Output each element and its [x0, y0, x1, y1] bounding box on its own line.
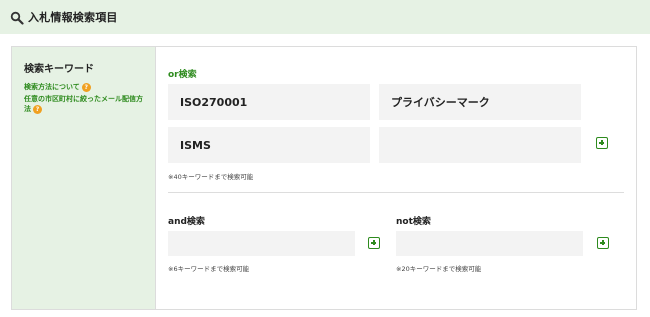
or-keyword-input-2[interactable]: [379, 84, 581, 120]
keyword-search-panel: 検索キーワード 検索方法について? 任意の市区町村に絞ったメール配信方法? or…: [11, 46, 637, 310]
section-title: 入札情報検索項目: [28, 11, 118, 24]
search-method-link-text[interactable]: 検索方法について: [24, 83, 80, 91]
add-and-keyword-button[interactable]: [368, 237, 380, 249]
help-icon[interactable]: ?: [33, 104, 42, 114]
and-search-note: ※6キーワードまで検索可能: [168, 265, 250, 273]
or-search-note: ※40キーワードまで検索可能: [168, 173, 254, 181]
not-keyword-input[interactable]: [396, 231, 583, 256]
or-keyword-input-4[interactable]: [379, 127, 581, 163]
search-method-link[interactable]: 検索方法について?: [24, 82, 91, 92]
and-search-title: and検索: [168, 217, 205, 227]
section-header: 入札情報検索項目: [0, 0, 650, 34]
or-keyword-input-3[interactable]: [168, 127, 370, 163]
and-keyword-input[interactable]: [168, 231, 355, 256]
mail-delivery-link[interactable]: 任意の市区町村に絞ったメール配信方法?: [24, 94, 149, 114]
search-icon: [10, 10, 24, 25]
keyword-inputs: or検索 ※40キーワードまで検索可能 and検索 ※6キーワードまで検索可能 …: [156, 47, 636, 309]
divider: [168, 192, 624, 193]
or-search-title: or検索: [168, 70, 197, 80]
or-keyword-input-1[interactable]: [168, 84, 370, 120]
not-search-title: not検索: [396, 217, 431, 227]
keyword-label: 検索キーワード: [24, 64, 94, 75]
add-not-keyword-button[interactable]: [597, 237, 609, 249]
add-or-keyword-button[interactable]: [596, 137, 608, 149]
not-search-note: ※20キーワードまで検索可能: [396, 265, 482, 273]
help-icon[interactable]: ?: [81, 82, 91, 92]
keyword-sidebar: 検索キーワード 検索方法について? 任意の市区町村に絞ったメール配信方法?: [12, 47, 156, 309]
